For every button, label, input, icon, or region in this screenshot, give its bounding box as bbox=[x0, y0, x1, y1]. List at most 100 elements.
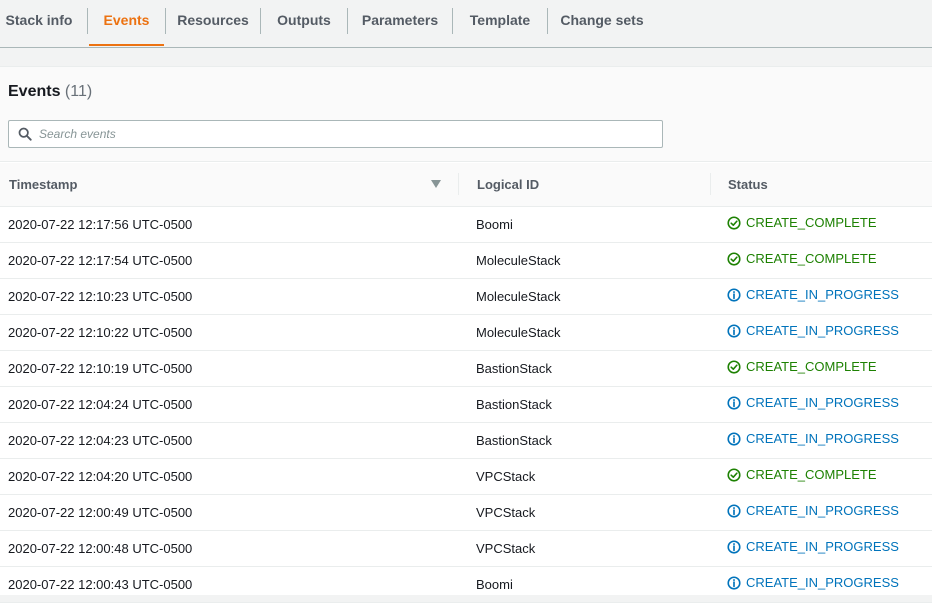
timestamp-cell: 2020-07-22 12:00:48 UTC-0500 bbox=[0, 530, 459, 567]
table-row[interactable]: 2020-07-22 12:10:23 UTC-0500 MoleculeStac… bbox=[0, 278, 932, 315]
status-badge: CREATE_COMPLETE bbox=[727, 467, 877, 482]
events-title: Events bbox=[8, 83, 61, 100]
status-cell: CREATE_IN_PROGRESS bbox=[711, 494, 932, 531]
info-circle-icon bbox=[727, 540, 741, 554]
logical-id-cell: MoleculeStack bbox=[459, 242, 711, 279]
events-count: (11) bbox=[64, 83, 93, 100]
timestamp-cell: 2020-07-22 12:04:20 UTC-0500 bbox=[0, 458, 459, 495]
timestamp-cell: 2020-07-22 12:00:49 UTC-0500 bbox=[0, 494, 459, 531]
status-label: CREATE_IN_PROGRESS bbox=[746, 395, 899, 411]
status-label: CREATE_IN_PROGRESS bbox=[746, 323, 899, 339]
status-badge: CREATE_COMPLETE bbox=[727, 359, 877, 374]
info-circle-icon bbox=[727, 432, 741, 446]
status-badge: CREATE_IN_PROGRESS bbox=[727, 395, 899, 410]
timestamp-cell: 2020-07-22 12:10:23 UTC-0500 bbox=[0, 278, 459, 315]
status-cell: CREATE_COMPLETE bbox=[711, 206, 932, 243]
tab-resources[interactable]: Resources bbox=[166, 0, 260, 47]
table-row[interactable]: 2020-07-22 12:00:49 UTC-0500 VPCStack CREA… bbox=[0, 494, 932, 531]
timestamp-cell: 2020-07-22 12:04:23 UTC-0500 bbox=[0, 422, 459, 459]
status-badge: CREATE_IN_PROGRESS bbox=[727, 503, 899, 518]
logical-id-cell: BastionStack bbox=[459, 350, 711, 387]
column-header-label: Status bbox=[728, 177, 768, 192]
status-cell: CREATE_IN_PROGRESS bbox=[711, 314, 932, 351]
search-input[interactable] bbox=[39, 124, 654, 144]
status-cell: CREATE_IN_PROGRESS bbox=[711, 386, 932, 423]
table-row[interactable]: 2020-07-22 12:17:56 UTC-0500 Boomi CREATE_… bbox=[0, 206, 932, 243]
search-box[interactable] bbox=[8, 120, 663, 148]
status-badge: CREATE_IN_PROGRESS bbox=[727, 575, 899, 590]
column-header-label: Logical ID bbox=[477, 177, 540, 192]
logical-id-cell: MoleculeStack bbox=[459, 314, 711, 351]
status-badge: CREATE_IN_PROGRESS bbox=[727, 539, 899, 554]
logical-id-cell: Boomi bbox=[459, 206, 711, 243]
caret-down-icon[interactable] bbox=[431, 180, 441, 188]
timestamp-cell: 2020-07-22 12:00:43 UTC-0500 bbox=[0, 566, 459, 603]
tab-outputs[interactable]: Outputs bbox=[261, 0, 347, 47]
logical-id-cell: VPCStack bbox=[459, 530, 711, 567]
events-panel-header: Events (11) bbox=[0, 67, 932, 162]
status-cell: CREATE_IN_PROGRESS bbox=[711, 530, 932, 567]
column-header-status[interactable]: Status bbox=[711, 163, 932, 207]
status-label: CREATE_IN_PROGRESS bbox=[746, 503, 899, 519]
events-table: Timestamp Logical ID Status 2020-07-22 1… bbox=[0, 163, 932, 603]
tab-parameters[interactable]: Parameters bbox=[348, 0, 452, 47]
timestamp-cell: 2020-07-22 12:10:22 UTC-0500 bbox=[0, 314, 459, 351]
info-circle-icon bbox=[727, 576, 741, 590]
logical-id-cell: BastionStack bbox=[459, 422, 711, 459]
tab-events[interactable]: Events bbox=[89, 0, 164, 47]
check-circle-icon bbox=[727, 360, 741, 374]
status-label: CREATE_IN_PROGRESS bbox=[746, 287, 899, 303]
status-badge: CREATE_IN_PROGRESS bbox=[727, 287, 899, 302]
events-panel: Events (11) Timestamp Logica bbox=[0, 66, 932, 603]
check-circle-icon bbox=[727, 252, 741, 266]
logical-id-cell: BastionStack bbox=[459, 386, 711, 423]
column-header-label: Timestamp bbox=[9, 177, 78, 192]
status-label: CREATE_COMPLETE bbox=[746, 215, 877, 231]
tab-change-sets[interactable]: Change sets bbox=[548, 0, 656, 47]
tab-stack-info[interactable]: Stack info bbox=[0, 0, 78, 47]
status-badge: CREATE_IN_PROGRESS bbox=[727, 323, 899, 338]
check-circle-icon bbox=[727, 216, 741, 230]
status-cell: CREATE_IN_PROGRESS bbox=[711, 278, 932, 315]
status-cell: CREATE_COMPLETE bbox=[711, 242, 932, 279]
status-label: CREATE_COMPLETE bbox=[746, 251, 877, 267]
status-badge: CREATE_COMPLETE bbox=[727, 251, 877, 266]
tab-template[interactable]: Template bbox=[453, 0, 547, 47]
table-row[interactable]: 2020-07-22 12:00:43 UTC-0500 Boomi CREATE_… bbox=[0, 566, 932, 603]
events-table-body: 2020-07-22 12:17:56 UTC-0500 Boomi CREATE_… bbox=[0, 206, 932, 603]
table-header-row: Timestamp Logical ID Status bbox=[0, 163, 932, 207]
table-row[interactable]: 2020-07-22 12:04:23 UTC-0500 BastionStack… bbox=[0, 422, 932, 459]
status-label: CREATE_IN_PROGRESS bbox=[746, 431, 899, 447]
logical-id-cell: Boomi bbox=[459, 566, 711, 603]
table-row[interactable]: 2020-07-22 12:04:24 UTC-0500 BastionStack… bbox=[0, 386, 932, 423]
tab-divider bbox=[87, 8, 88, 34]
info-circle-icon bbox=[727, 504, 741, 518]
column-header-timestamp[interactable]: Timestamp bbox=[0, 163, 459, 207]
timestamp-cell: 2020-07-22 12:17:54 UTC-0500 bbox=[0, 242, 459, 279]
status-label: CREATE_COMPLETE bbox=[746, 467, 877, 483]
page-title: Events (11) bbox=[8, 83, 92, 101]
info-circle-icon bbox=[727, 324, 741, 338]
timestamp-cell: 2020-07-22 12:17:56 UTC-0500 bbox=[0, 206, 459, 243]
table-row[interactable]: 2020-07-22 12:10:19 UTC-0500 BastionStack… bbox=[0, 350, 932, 387]
table-row[interactable]: 2020-07-22 12:00:48 UTC-0500 VPCStack CREA… bbox=[0, 530, 932, 567]
logical-id-cell: VPCStack bbox=[459, 494, 711, 531]
search-icon bbox=[18, 127, 32, 141]
status-cell: CREATE_COMPLETE bbox=[711, 458, 932, 495]
logical-id-cell: MoleculeStack bbox=[459, 278, 711, 315]
table-row[interactable]: 2020-07-22 12:10:22 UTC-0500 MoleculeStac… bbox=[0, 314, 932, 351]
table-row[interactable]: 2020-07-22 12:17:54 UTC-0500 MoleculeStac… bbox=[0, 242, 932, 279]
status-label: CREATE_IN_PROGRESS bbox=[746, 575, 899, 591]
info-circle-icon bbox=[727, 396, 741, 410]
status-cell: CREATE_COMPLETE bbox=[711, 350, 932, 387]
status-label: CREATE_IN_PROGRESS bbox=[746, 539, 899, 555]
timestamp-cell: 2020-07-22 12:04:24 UTC-0500 bbox=[0, 386, 459, 423]
table-row[interactable]: 2020-07-22 12:04:20 UTC-0500 VPCStack CREA… bbox=[0, 458, 932, 495]
column-header-logical-id[interactable]: Logical ID bbox=[459, 163, 711, 207]
status-cell: CREATE_IN_PROGRESS bbox=[711, 566, 932, 603]
info-circle-icon bbox=[727, 288, 741, 302]
tab-bar: Stack info Events Resources Outputs Para… bbox=[0, 0, 932, 48]
check-circle-icon bbox=[727, 468, 741, 482]
status-badge: CREATE_COMPLETE bbox=[727, 215, 877, 230]
status-badge: CREATE_IN_PROGRESS bbox=[727, 431, 899, 446]
